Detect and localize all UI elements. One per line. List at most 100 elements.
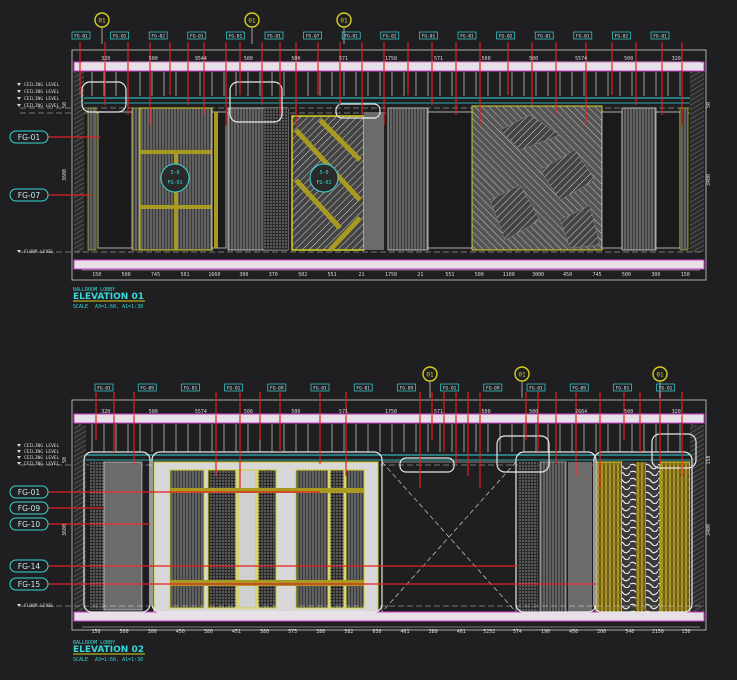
bottom-dimension: 380 — [429, 629, 438, 635]
panel-column — [87, 107, 97, 251]
material-code: FG-01 — [460, 34, 474, 40]
level-triangle-icon — [17, 97, 21, 100]
scale-value: A3=1:60, A1=1:30 — [95, 657, 143, 663]
material-code: FG-02 — [151, 34, 165, 40]
section-marker-number: 01 — [340, 18, 348, 25]
level-triangle-icon — [17, 462, 21, 465]
top-dimension: 500 — [149, 56, 158, 62]
top-dimension: 320 — [672, 56, 681, 62]
top-dimension: 500 — [529, 56, 538, 62]
medallion-label: 5-0 — [319, 170, 328, 176]
scale-label: SCALE — [73, 657, 88, 663]
bottom-dimension: 300 — [651, 272, 660, 278]
level-triangle-icon — [17, 83, 21, 86]
ceiling-band — [73, 61, 705, 72]
top-dimension: 1750 — [385, 409, 397, 415]
wood-panel — [636, 462, 646, 612]
material-code: FG-01 — [422, 34, 436, 40]
material-code: FG-02 — [383, 34, 397, 40]
top-dimension: 500 — [244, 409, 253, 415]
level-label: CEILING LEVEL — [24, 455, 60, 461]
panel-dark — [655, 111, 681, 249]
top-dimension: 571 — [434, 409, 443, 415]
panel-dark — [427, 111, 473, 249]
section-marker-number: 01 — [248, 18, 256, 25]
top-dimension: 320 — [101, 56, 110, 62]
marble-panel — [622, 462, 636, 612]
panel-band — [170, 580, 364, 586]
level-label: CEILING LEVEL — [24, 461, 60, 467]
scale-label: SCALE — [73, 304, 88, 310]
panel-fabric — [387, 107, 429, 251]
material-code: FG-02 — [615, 34, 629, 40]
material-code: FG-01 — [113, 34, 127, 40]
material-code: FG-09 — [486, 386, 500, 392]
bottom-dimension: 450 — [563, 272, 572, 278]
elevation-02 — [20, 392, 707, 631]
material-code: FG-01 — [616, 386, 630, 392]
level-label: CEILING LEVEL — [24, 443, 60, 449]
bottom-dimension: 540 — [625, 629, 634, 635]
medallion-label: FG-01 — [167, 180, 182, 186]
level-triangle-icon — [17, 104, 21, 107]
level-label: CEILING LEVEL — [24, 89, 60, 95]
section-marker-number: 01 — [656, 372, 664, 379]
top-dimension: 500 — [482, 409, 491, 415]
bottom-dimension: 502 — [298, 272, 307, 278]
bottom-dimension: 551 — [445, 272, 454, 278]
top-dimension: 500 — [291, 409, 300, 415]
marble-panel — [646, 462, 660, 612]
bottom-dimension: 150 — [681, 272, 690, 278]
top-dimension: 9544 — [195, 56, 207, 62]
material-code: FG-01 — [356, 386, 370, 392]
medallion-label: 5-0 — [170, 170, 179, 176]
top-dimension: 5574 — [195, 409, 207, 415]
level-label: CEILING LEVEL — [24, 96, 60, 102]
material-tag-label: FG-09 — [18, 504, 41, 513]
bottom-dimension: 574 — [513, 629, 522, 635]
ceiling-band — [73, 413, 705, 424]
bottom-dimension: 2150 — [652, 629, 664, 635]
level-triangle-icon — [17, 250, 21, 253]
section-marker-number: 01 — [426, 372, 434, 379]
bottom-dimension: 630 — [372, 629, 381, 635]
bottom-dimension: 500 — [122, 272, 131, 278]
material-code: FG-01 — [443, 386, 457, 392]
top-dimension: 500 — [529, 409, 538, 415]
level-label: CEILING LEVEL — [24, 82, 60, 88]
material-code: FG-09 — [140, 386, 154, 392]
section-marker-number: 01 — [98, 18, 106, 25]
bottom-dimension: 450 — [569, 629, 578, 635]
material-code: FG-01 — [190, 34, 204, 40]
material-code: FG-01 — [313, 386, 327, 392]
panel-dots — [264, 108, 288, 250]
elevation-01 — [20, 42, 707, 281]
bottom-dimension: 745 — [592, 272, 601, 278]
bottom-dimension: 461 — [401, 629, 410, 635]
top-dimension: 1750 — [385, 56, 397, 62]
bottom-dimension: 5252 — [483, 629, 495, 635]
floor-band — [73, 611, 705, 622]
bottom-dimension: 200 — [597, 629, 606, 635]
elevation-drawing: 01 01 01 FG-01 FG-01 FG-02 FG-01 FG-01 FG-01 FG-0… — [9, 12, 712, 663]
top-dimension: 500 — [244, 56, 253, 62]
top-dimension: 320 — [101, 409, 110, 415]
side-dimension: 50 — [62, 457, 68, 463]
material-tag-label: FG-14 — [18, 562, 41, 571]
material-code: FG-01 — [529, 386, 543, 392]
panel-dark — [97, 111, 133, 249]
bottom-dimension: 190 — [541, 629, 550, 635]
bottom-dimension: 1750 — [385, 272, 397, 278]
panel-fabric — [103, 461, 143, 611]
material-code: FG-09 — [270, 386, 284, 392]
top-dimension: 571 — [339, 56, 348, 62]
level-triangle-icon — [17, 604, 21, 607]
panel-column — [214, 112, 218, 248]
material-tag-label: FG-15 — [18, 580, 41, 589]
side-dimension: 50 — [62, 102, 68, 108]
material-code: FG-01 — [537, 34, 551, 40]
panel-dots — [518, 462, 538, 612]
bottom-dimension: 3000 — [532, 272, 544, 278]
top-dimension: 320 — [672, 409, 681, 415]
top-dimension: 500 — [482, 56, 491, 62]
